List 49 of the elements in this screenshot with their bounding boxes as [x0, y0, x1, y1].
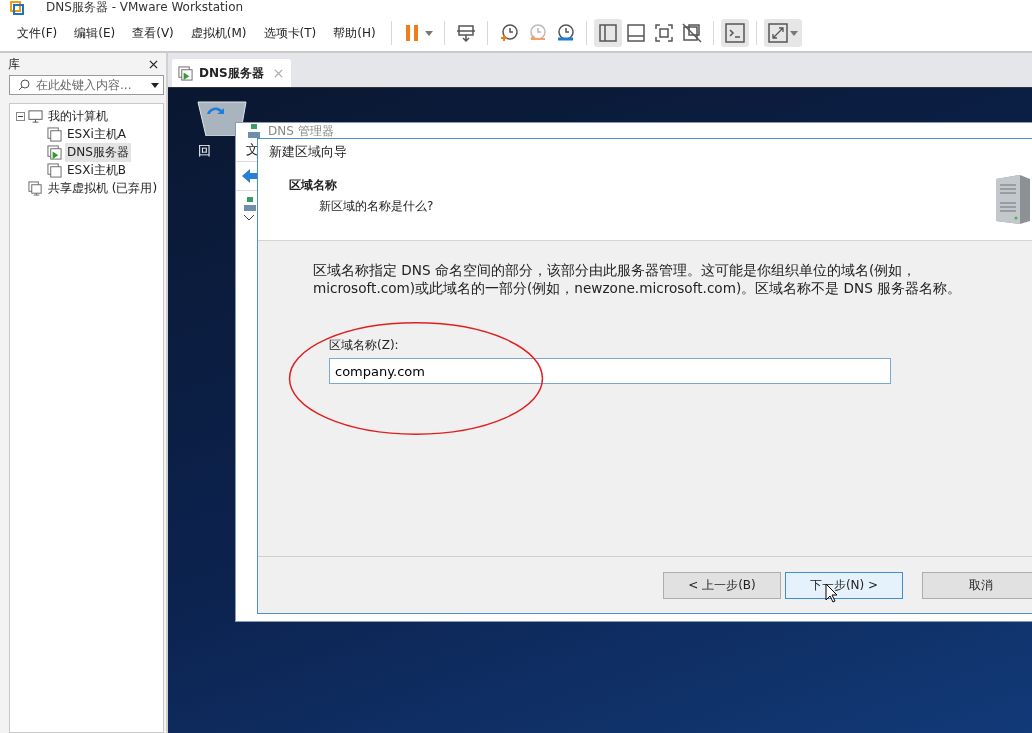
step-subheading: 新区域的名称是什么? [318, 198, 434, 215]
close-icon[interactable] [149, 60, 158, 69]
stretch-icon [767, 23, 788, 43]
menu-item[interactable]: 选项卡(T) [254, 24, 325, 42]
description-text: 区域名称指定 DNS 命名空间的部分，该部分由此服务器管理。这可能是你组织单位的域名(例如，microsoft.com)或此域名的一部分(例如，newzone.microsoft.com)。区域名称不是 DNS 服务器名称。 [313, 261, 963, 297]
step-heading: 区域名称 [289, 177, 338, 194]
caret-icon [789, 30, 798, 36]
app-logo-icon [10, 0, 24, 15]
wizard-button[interactable]: 取消 [922, 571, 1032, 599]
dropdown-icon [151, 82, 159, 88]
menu-item[interactable]: 查看(V) [123, 24, 182, 42]
menu-item[interactable]: 编辑(E) [65, 24, 124, 42]
shared-vm-icon [28, 180, 43, 196]
view-unity-icon [681, 23, 702, 43]
vm-tab[interactable]: DNS服务器 [172, 59, 291, 87]
zone-name-field[interactable]: company.com [329, 358, 891, 384]
tree-item[interactable]: 我的计算机 [46, 106, 110, 126]
search-field[interactable]: 在此处键入内容... [9, 75, 164, 95]
tree-item[interactable]: ESXi主机A [65, 124, 128, 144]
window-title: DNS 管理器 [268, 122, 334, 140]
tree-item[interactable]: 共享虚拟机 (已弃用) [46, 178, 160, 198]
view-thumbnail-icon [625, 23, 646, 43]
snapshot-take-icon [498, 23, 519, 43]
send-keys-icon [455, 23, 476, 43]
wizard-button[interactable]: < 上一步(B) [663, 571, 781, 599]
view-library-button[interactable] [593, 19, 622, 47]
menu-item[interactable]: 虚拟机(M) [181, 24, 255, 42]
console-icon [724, 23, 745, 43]
view-library-icon [597, 23, 618, 43]
search-icon [18, 79, 30, 91]
view-fullscreen-icon [653, 23, 674, 43]
dns-icon [244, 197, 256, 211]
collapse-icon[interactable] [16, 111, 25, 121]
console-button[interactable] [720, 19, 749, 47]
chevron-icon[interactable] [244, 215, 254, 221]
field-label: 区域名称(Z): [329, 337, 400, 354]
tree-item[interactable]: ESXi主机B [65, 160, 128, 180]
caret-icon [424, 30, 433, 36]
menu-item[interactable]: 文件(F) [8, 24, 66, 42]
computer-icon [28, 108, 43, 124]
menu-item[interactable]: 帮助(H) [324, 24, 384, 42]
window-title: DNS服务器 - VMware Workstation [46, 0, 244, 16]
tree-item[interactable]: DNS服务器 [65, 142, 131, 162]
dialog-title: 新建区域向导 [269, 143, 347, 161]
dns-icon [248, 124, 260, 138]
panel-title: 库 [8, 56, 20, 73]
back-arrow-icon[interactable] [242, 169, 258, 183]
stretch-button[interactable] [763, 19, 802, 47]
desktop-icon-label: 回 [197, 142, 211, 160]
